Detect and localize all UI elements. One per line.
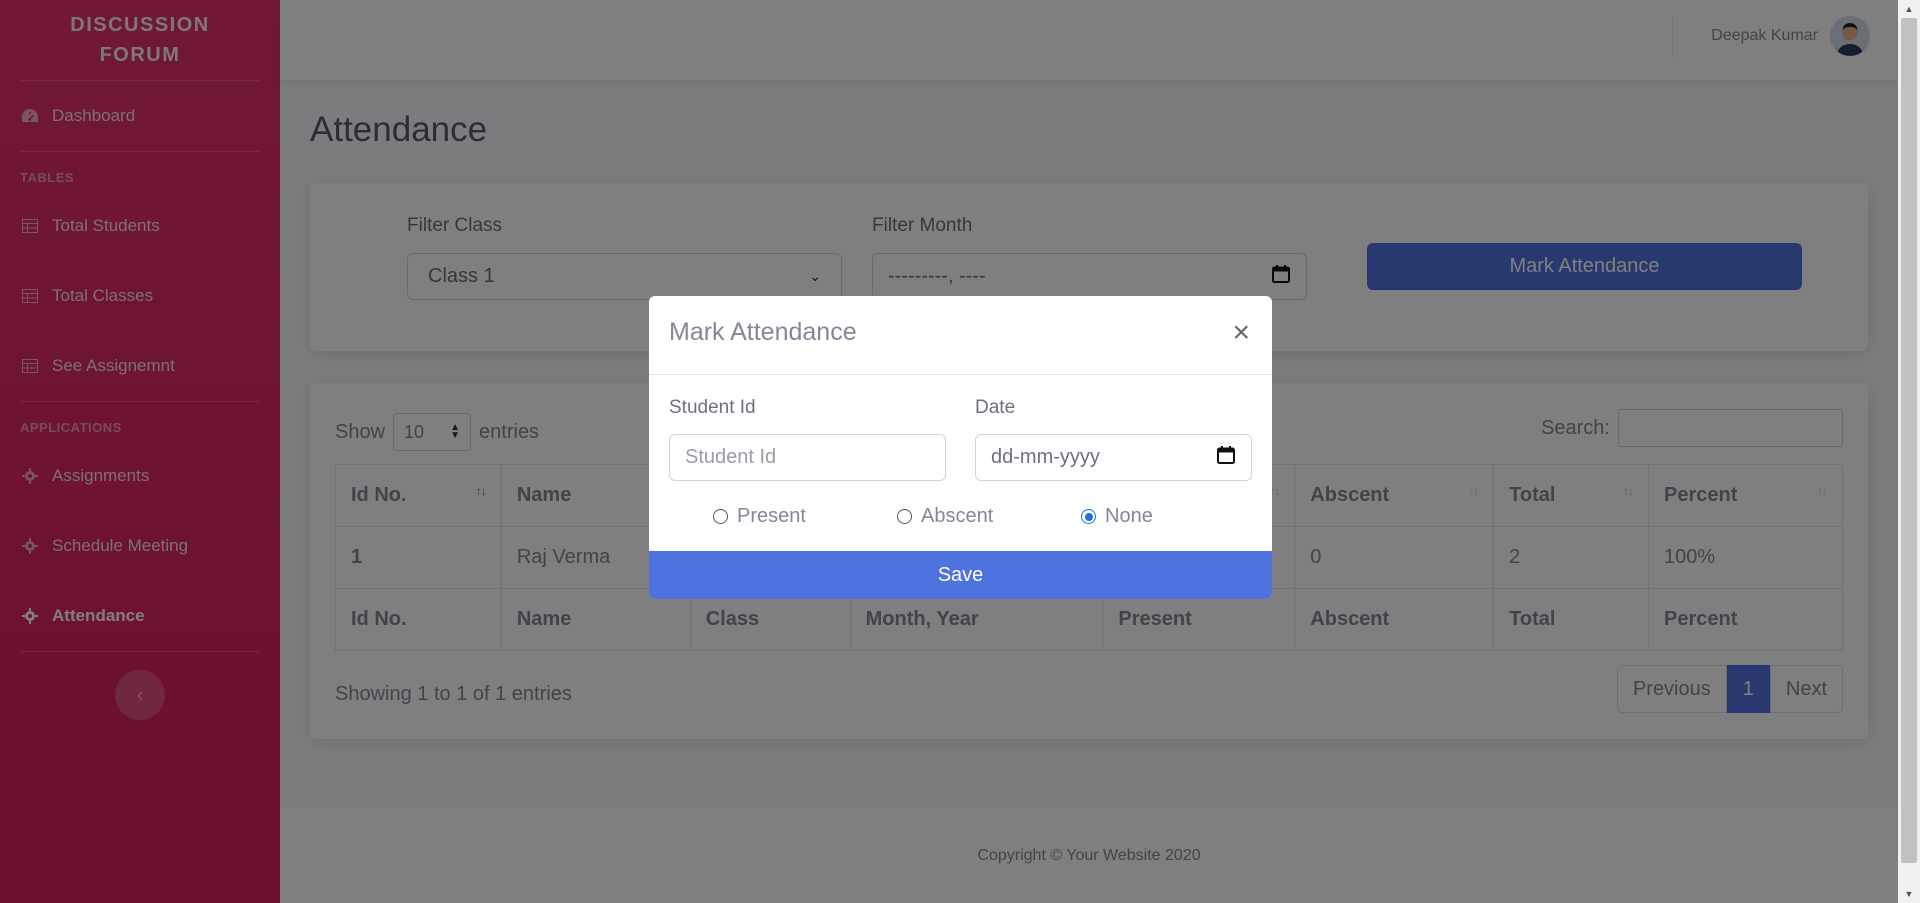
radio-label: None: [1105, 505, 1153, 527]
student-id-placeholder: Student Id: [685, 446, 777, 468]
scrollbar-thumb[interactable]: [1901, 18, 1917, 863]
radio-button-checked[interactable]: [1081, 509, 1096, 524]
date-input[interactable]: dd-mm-yyyy: [975, 434, 1252, 481]
radio-label: Abscent: [921, 505, 994, 527]
radio-label: Present: [737, 505, 806, 527]
calendar-icon[interactable]: [1216, 445, 1236, 471]
save-button[interactable]: Save: [649, 551, 1272, 599]
radio-abscent[interactable]: Abscent: [897, 505, 993, 528]
date-placeholder: dd-mm-yyyy: [991, 446, 1100, 468]
modal-title: Mark Attendance: [669, 318, 857, 346]
student-id-input[interactable]: Student Id: [669, 434, 946, 481]
scroll-up-icon[interactable]: ▲: [1898, 0, 1920, 18]
student-id-label: Student Id: [669, 397, 756, 418]
mark-attendance-modal: Mark Attendance × Student Id Student Id …: [649, 296, 1272, 599]
scroll-down-icon[interactable]: ▼: [1898, 885, 1920, 903]
radio-none[interactable]: None: [1081, 505, 1153, 528]
close-icon[interactable]: ×: [1232, 318, 1250, 348]
radio-button[interactable]: [713, 509, 728, 524]
scrollbar[interactable]: ▲ ▼: [1898, 0, 1920, 903]
modal-divider: [649, 374, 1272, 375]
radio-button[interactable]: [897, 509, 912, 524]
radio-present[interactable]: Present: [713, 505, 806, 528]
date-label: Date: [975, 397, 1016, 418]
